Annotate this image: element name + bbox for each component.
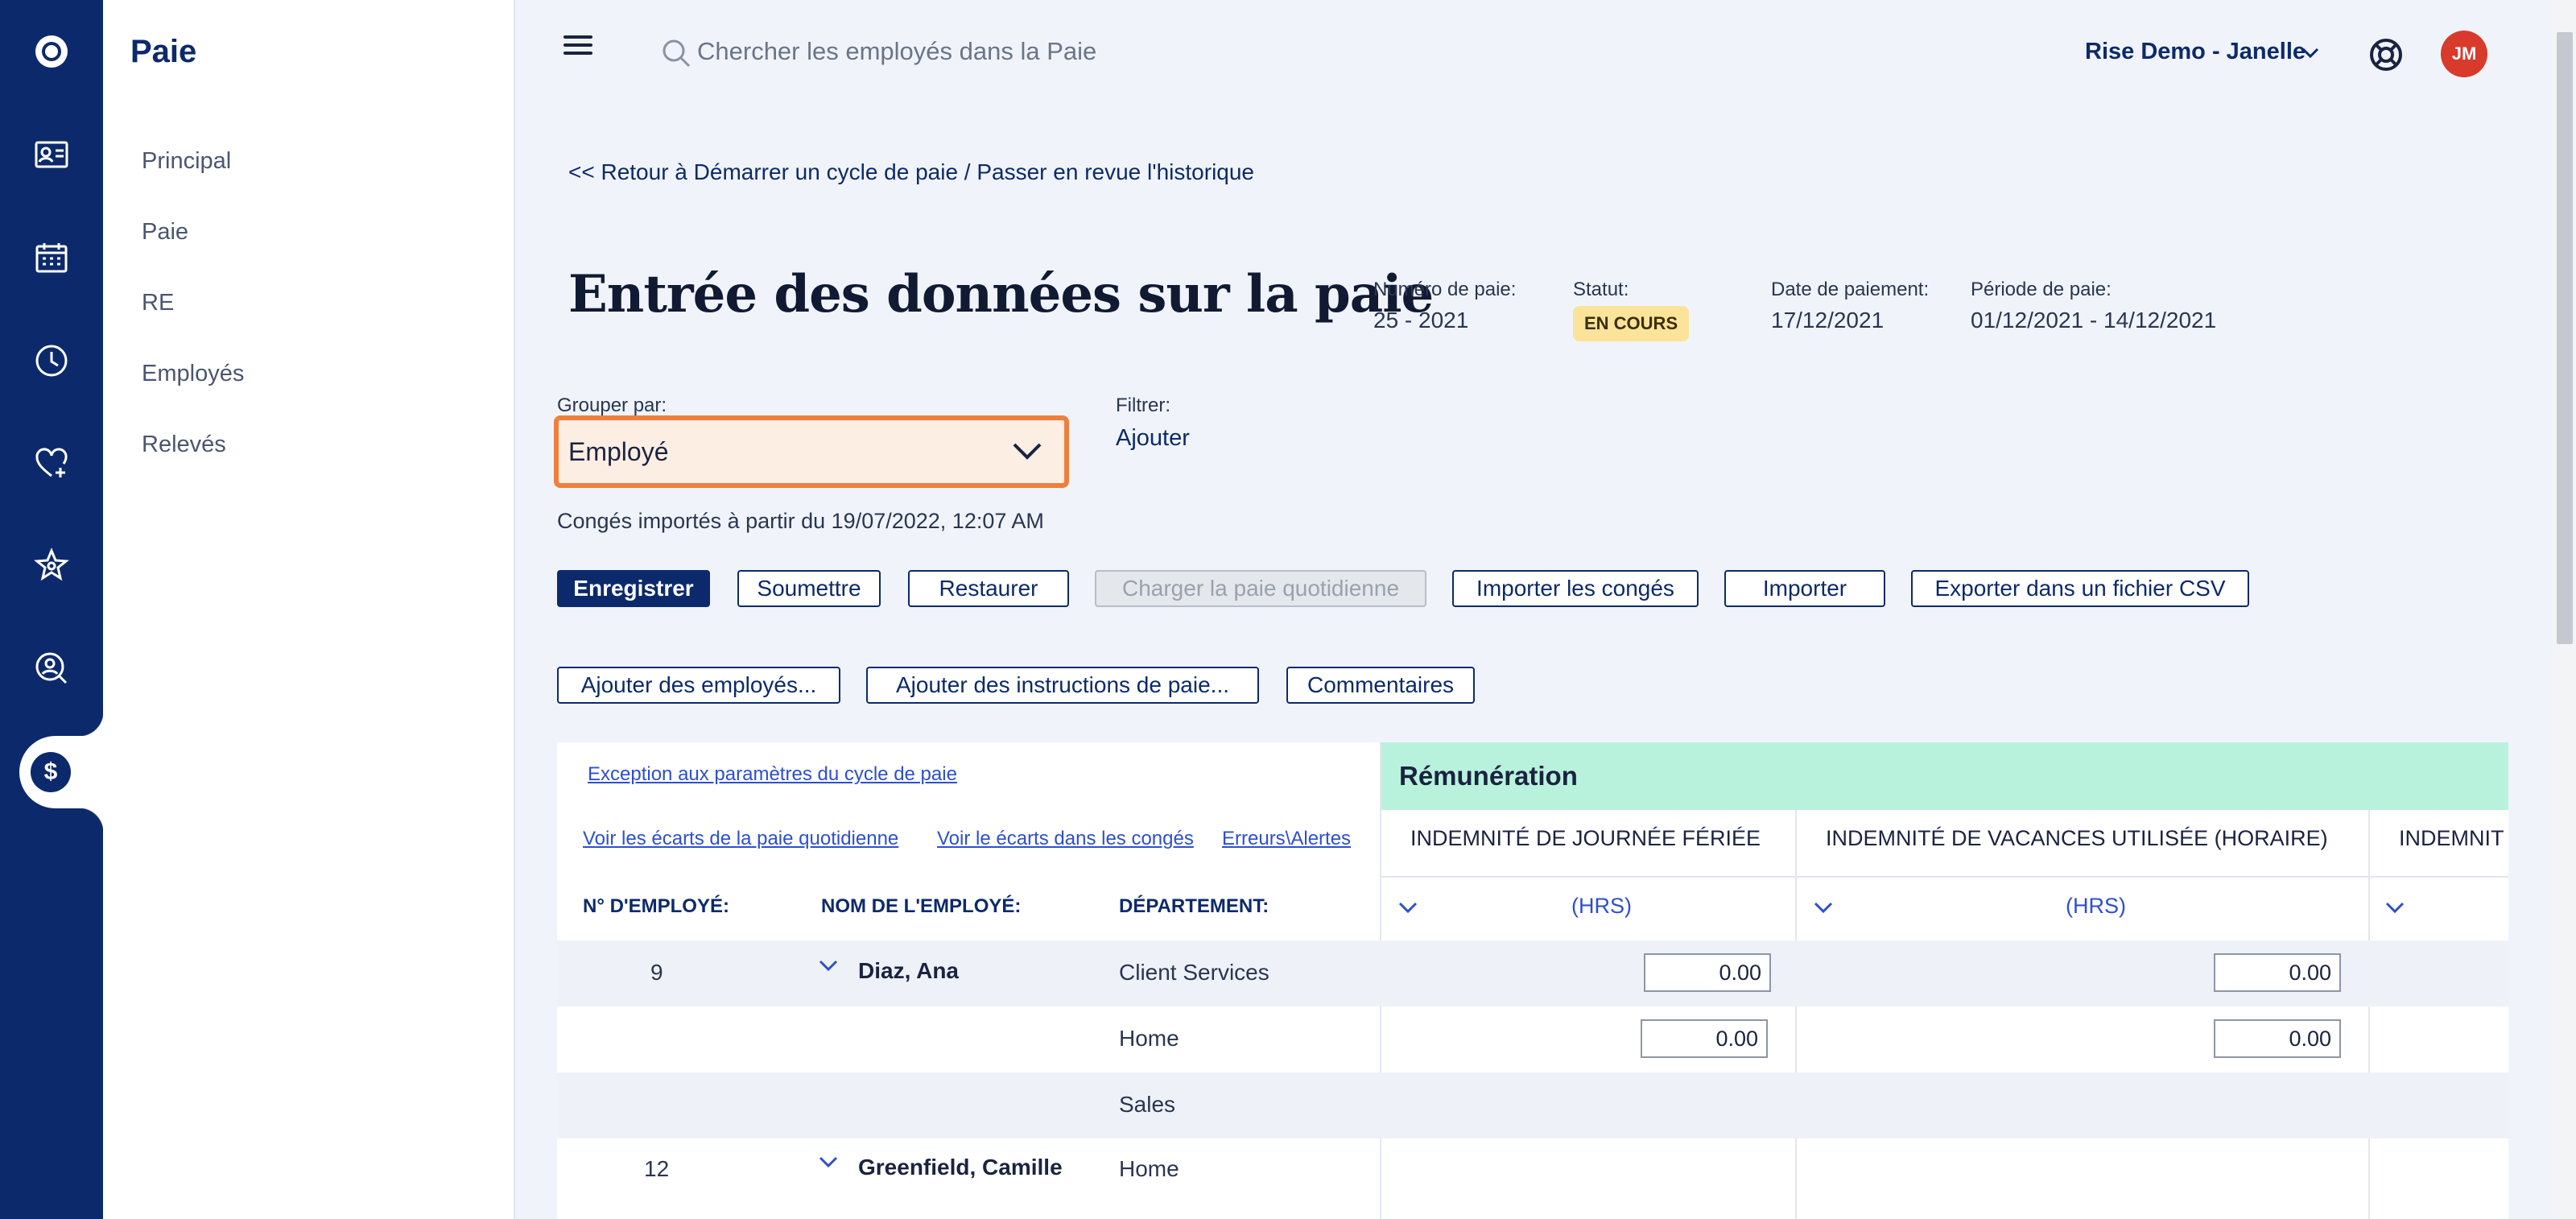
column-divider <box>2368 810 2370 1219</box>
star-icon[interactable] <box>27 541 76 589</box>
holiday-pay-input[interactable]: 0.00 <box>1641 1019 1768 1058</box>
cycle-exception-link[interactable]: Exception aux paramètres du cycle de pai… <box>588 763 957 786</box>
employee-name[interactable]: Diaz, Ana <box>858 958 959 984</box>
subnav-item-employes[interactable]: Employés <box>142 361 244 387</box>
conges-import-note: Congés importés à partir du 19/07/2022, … <box>557 509 1044 533</box>
company-selector[interactable]: Rise Demo - Janelle <box>2085 39 2306 65</box>
daily-pay-diff-link[interactable]: Voir les écarts de la paie quotidienne <box>583 828 898 850</box>
app-rail: $ <box>0 0 103 1219</box>
restore-button[interactable]: Restaurer <box>908 570 1069 607</box>
status-badge: EN COURS <box>1573 306 1690 341</box>
filter-label: Filtrer: <box>1116 395 1170 416</box>
add-employees-button[interactable]: Ajouter des employés... <box>557 667 840 704</box>
payroll-subnav: Paie Principal Paie RE Employés Relevés <box>103 0 515 1219</box>
clock-icon[interactable] <box>27 337 76 385</box>
pay-period-label: Période de paie: <box>1971 279 2112 300</box>
unit-hrs: (HRS) <box>1571 894 1632 918</box>
group-by-label: Grouper par: <box>557 395 667 416</box>
filter-add-link[interactable]: Ajouter <box>1116 425 1190 452</box>
chevron-down-icon[interactable] <box>818 1153 839 1171</box>
department: Home <box>1119 1026 1179 1051</box>
vacation-pay-input[interactable]: 0.00 <box>2214 953 2341 992</box>
header-employee-name[interactable]: NOM DE L'EMPLOYÉ: <box>821 895 1021 918</box>
pay-number-value: 25 - 2021 <box>1373 308 1469 333</box>
chevron-down-icon[interactable] <box>818 957 839 974</box>
chevron-down-icon[interactable] <box>1397 899 1418 916</box>
remuneration-section: Rémunération <box>1381 742 2508 810</box>
help-icon[interactable] <box>2367 35 2405 74</box>
table-row <box>557 1072 2508 1138</box>
dollar-icon[interactable]: $ <box>31 752 71 792</box>
header-employee-number[interactable]: N° D'EMPLOYÉ: <box>583 895 729 918</box>
import-button[interactable]: Importer <box>1724 570 1885 607</box>
back-link[interactable]: << Retour à Démarrer un cycle de paie / … <box>568 159 1254 185</box>
pay-number-label: Numéro de paie: <box>1373 279 1517 300</box>
heart-plus-icon[interactable] <box>27 440 76 488</box>
group-by-value: Employé <box>568 436 669 466</box>
column-divider <box>1795 810 1797 1219</box>
submit-button[interactable]: Soumettre <box>737 570 881 607</box>
subnav-item-re[interactable]: RE <box>142 290 174 316</box>
chevron-down-icon[interactable] <box>1813 899 1834 916</box>
import-leave-button[interactable]: Importer les congés <box>1452 570 1699 607</box>
export-csv-button[interactable]: Exporter dans un fichier CSV <box>1911 570 2249 607</box>
page-title: Entrée des données sur la paie <box>568 264 1434 324</box>
holiday-pay-input[interactable]: 0.00 <box>1644 953 1771 992</box>
scrollbar-thumb[interactable] <box>2557 32 2573 644</box>
search-icon <box>663 39 691 68</box>
group-by-select[interactable]: Employé <box>554 415 1069 488</box>
department: Client Services <box>1119 960 1269 985</box>
person-search-icon[interactable] <box>27 644 76 692</box>
subnav-title: Paie <box>130 34 197 69</box>
leave-diff-link[interactable]: Voir le écarts dans les congés <box>937 828 1194 850</box>
col-holiday-pay: INDEMNITÉ DE JOURNÉE FÉRIÉE <box>1410 826 1761 850</box>
comments-button[interactable]: Commentaires <box>1286 667 1475 704</box>
header-department[interactable]: DÉPARTEMENT: <box>1119 895 1269 918</box>
header-divider <box>1381 876 2508 878</box>
pay-period-value: 01/12/2021 - 14/12/2021 <box>1971 308 2217 333</box>
load-daily-pay-button[interactable]: Charger la paie quotidienne <box>1095 570 1426 607</box>
id-card-icon[interactable] <box>27 130 76 179</box>
col-vacation-pay-hourly: INDEMNITÉ DE VACANCES UTILISÉE (HORAIRE) <box>1826 826 2328 850</box>
chevron-down-icon[interactable] <box>2384 899 2405 916</box>
subnav-item-principal[interactable]: Principal <box>142 148 231 175</box>
save-button[interactable]: Enregistrer <box>557 570 710 607</box>
employee-number: 12 <box>644 1156 670 1181</box>
vacation-pay-input[interactable]: 0.00 <box>2214 1019 2341 1058</box>
subnav-item-releves[interactable]: Relevés <box>142 432 226 458</box>
avatar[interactable]: JM <box>2441 31 2487 77</box>
subnav-item-paie[interactable]: Paie <box>142 219 188 246</box>
pay-date-label: Date de paiement: <box>1771 279 1930 300</box>
chevron-down-icon[interactable] <box>2299 42 2322 64</box>
menu-icon[interactable] <box>564 35 592 58</box>
department: Sales <box>1119 1092 1176 1117</box>
chevron-down-icon <box>1013 443 1042 460</box>
search-input[interactable]: Chercher les employés dans la Paie <box>697 37 1096 66</box>
logo-icon[interactable] <box>27 27 76 76</box>
department: Home <box>1119 1156 1179 1181</box>
unit-hrs: (HRS) <box>2066 894 2126 918</box>
calendar-icon[interactable] <box>27 233 76 282</box>
errors-alerts-link[interactable]: Erreurs\Alertes <box>1222 828 1351 850</box>
payroll-table: Exception aux paramètres du cycle de pai… <box>557 742 2508 1219</box>
employee-number: 9 <box>650 960 663 985</box>
col-truncated: INDEMNIT <box>2399 826 2504 850</box>
employee-name[interactable]: Greenfield, Camille <box>858 1155 1063 1180</box>
status-label: Statut: <box>1573 279 1629 300</box>
add-pay-instructions-button[interactable]: Ajouter des instructions de paie... <box>866 667 1259 704</box>
pay-date-value: 17/12/2021 <box>1771 308 1885 333</box>
